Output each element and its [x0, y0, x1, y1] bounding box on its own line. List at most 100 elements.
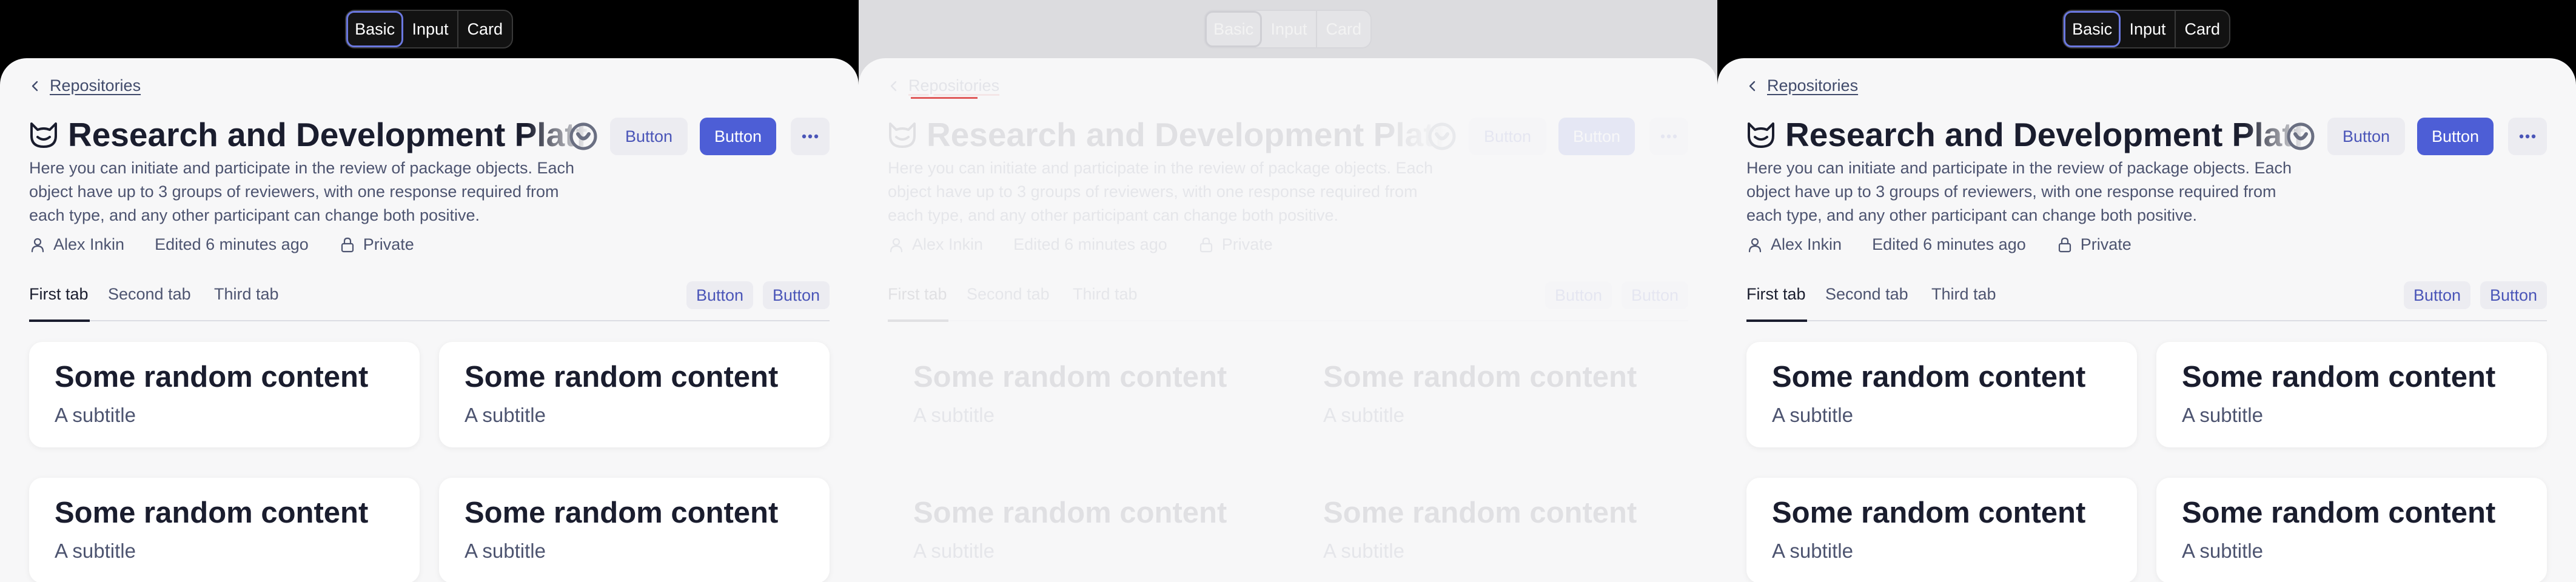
preview-panel-loading: Basic Input Card Repositories Research a…	[859, 0, 1717, 582]
meta-edited: Edited 6 minutes ago	[1013, 235, 1167, 253]
tab-action-button-1[interactable]: Button	[1545, 281, 1612, 309]
card-subtitle: A subtitle	[1772, 404, 1853, 426]
content-card[interactable]: Some random content A subtitle	[1298, 342, 1688, 447]
segment-basic[interactable]: Basic	[346, 11, 404, 47]
page-meta: Alex Inkin Edited 6 minutes ago Private	[1746, 235, 2132, 254]
header-secondary-button[interactable]: Button	[1469, 118, 1546, 155]
tab-action-button-2[interactable]: Button	[763, 281, 830, 309]
tab-second[interactable]: Second tab	[967, 284, 1058, 321]
header-secondary-button[interactable]: Button	[610, 118, 688, 155]
tab-bar: First tab Second tab Third tab Button Bu…	[888, 281, 1688, 322]
breadcrumb-back[interactable]: Repositories	[888, 76, 999, 95]
page-title: Research and Development Platform	[927, 116, 1448, 153]
header-primary-button[interactable]: Button	[700, 118, 776, 155]
segment-card[interactable]: Card	[2176, 11, 2229, 47]
segment-input[interactable]: Input	[2121, 11, 2176, 47]
ellipsis-icon	[1660, 134, 1677, 139]
breadcrumb-label[interactable]: Repositories	[1767, 76, 1858, 95]
meta-visibility: Private	[2080, 235, 2132, 253]
segment-input[interactable]: Input	[1262, 11, 1317, 47]
tab-action-button-1[interactable]: Button	[686, 281, 753, 309]
segment-input[interactable]: Input	[403, 11, 458, 47]
tab-bar: First tab Second tab Third tab Button Bu…	[29, 281, 830, 322]
content-card[interactable]: Some random content A subtitle	[1746, 342, 2137, 447]
segment-card[interactable]: Card	[1317, 11, 1370, 47]
card-title: Some random content	[465, 361, 779, 393]
card-subtitle: A subtitle	[1323, 540, 1404, 562]
content-card[interactable]: Some random content A subtitle	[439, 342, 830, 447]
content-card[interactable]: Some random content A subtitle	[2156, 342, 2547, 447]
card-title: Some random content	[1323, 497, 1637, 529]
meta-author: Alex Inkin	[912, 235, 984, 253]
meta-visibility: Private	[1221, 235, 1273, 253]
segmented-control: Basic Input Card	[1204, 10, 1372, 48]
card-title: Some random content	[2182, 361, 2496, 393]
page-header: Research and Development Platform Button…	[27, 115, 857, 159]
card-subtitle: A subtitle	[55, 540, 136, 562]
page-title: Research and Development Platform	[1785, 116, 2307, 153]
card-subtitle: A subtitle	[2182, 404, 2263, 426]
meta-edited: Edited 6 minutes ago	[1872, 235, 2026, 253]
more-button[interactable]	[1649, 118, 1688, 155]
tab-third[interactable]: Third tab	[1931, 284, 2016, 321]
segment-basic[interactable]: Basic	[1205, 11, 1263, 47]
card-subtitle: A subtitle	[1772, 540, 1853, 562]
loading-underline	[911, 97, 978, 99]
more-button[interactable]	[2508, 118, 2547, 155]
verified-badge-icon	[2287, 122, 2315, 150]
content-card[interactable]: Some random content A subtitle	[2156, 478, 2547, 582]
segment-card[interactable]: Card	[458, 11, 512, 47]
breadcrumb-back[interactable]: Repositories	[1746, 76, 1858, 95]
content-card[interactable]: Some random content A subtitle	[1298, 478, 1688, 582]
page-header: Research and Development Platform Button…	[885, 115, 1716, 159]
tab-first[interactable]: First tab	[1746, 284, 1807, 322]
tab-action-button-2[interactable]: Button	[2480, 281, 2547, 309]
segmented-control: Basic Input Card	[345, 10, 513, 48]
card-title: Some random content	[1323, 361, 1637, 393]
tab-second[interactable]: Second tab	[1825, 284, 1916, 321]
tab-bar: First tab Second tab Third tab Button Bu…	[1746, 281, 2547, 322]
header-primary-button[interactable]: Button	[1558, 118, 1635, 155]
tab-third[interactable]: Third tab	[214, 284, 299, 321]
content-card[interactable]: Some random content A subtitle	[888, 342, 1278, 447]
lock-icon	[1199, 237, 1212, 252]
content-card[interactable]: Some random content A subtitle	[439, 478, 830, 582]
page-description: Here you can initiate and participate in…	[888, 159, 1434, 224]
page-meta: Alex Inkin Edited 6 minutes ago Private	[888, 235, 1273, 254]
ellipsis-icon	[802, 134, 819, 139]
breadcrumb-label[interactable]: Repositories	[908, 76, 999, 95]
page-meta: Alex Inkin Edited 6 minutes ago Private	[29, 235, 414, 254]
tab-third[interactable]: Third tab	[1073, 284, 1158, 321]
tab-first[interactable]: First tab	[888, 284, 948, 322]
header-primary-button[interactable]: Button	[2417, 118, 2494, 155]
tab-action-button-2[interactable]: Button	[1622, 281, 1688, 309]
page-header: Research and Development Platform Button…	[1744, 115, 2575, 159]
card-subtitle: A subtitle	[55, 404, 136, 426]
tab-action-button-1[interactable]: Button	[2404, 281, 2470, 309]
content-card[interactable]: Some random content A subtitle	[29, 478, 420, 582]
content-card[interactable]: Some random content A subtitle	[29, 342, 420, 447]
segmented-control: Basic Input Card	[2062, 10, 2230, 48]
card-subtitle: A subtitle	[913, 540, 995, 562]
card-title: Some random content	[55, 361, 369, 393]
header-secondary-button[interactable]: Button	[2327, 118, 2405, 155]
cat-logo-icon	[889, 122, 916, 148]
content-card[interactable]: Some random content A subtitle	[888, 478, 1278, 582]
card-title: Some random content	[2182, 497, 2496, 529]
breadcrumb-back[interactable]: Repositories	[29, 76, 141, 95]
card-subtitle: A subtitle	[1323, 404, 1404, 426]
page-description: Here you can initiate and participate in…	[29, 159, 575, 224]
tab-second[interactable]: Second tab	[108, 284, 199, 321]
segment-basic[interactable]: Basic	[2064, 11, 2121, 47]
meta-edited: Edited 6 minutes ago	[155, 235, 309, 253]
card-title: Some random content	[55, 497, 369, 529]
card-title: Some random content	[1772, 497, 2086, 529]
content-card[interactable]: Some random content A subtitle	[1746, 478, 2137, 582]
more-button[interactable]	[791, 118, 830, 155]
chevron-left-icon	[1749, 81, 1756, 91]
breadcrumb-label[interactable]: Repositories	[50, 76, 141, 95]
preview-panel-dark-frame: Basic Input Card Repositories Research a…	[1717, 0, 2576, 582]
tab-first[interactable]: First tab	[29, 284, 90, 322]
lock-icon	[341, 237, 354, 252]
user-icon	[31, 238, 44, 252]
